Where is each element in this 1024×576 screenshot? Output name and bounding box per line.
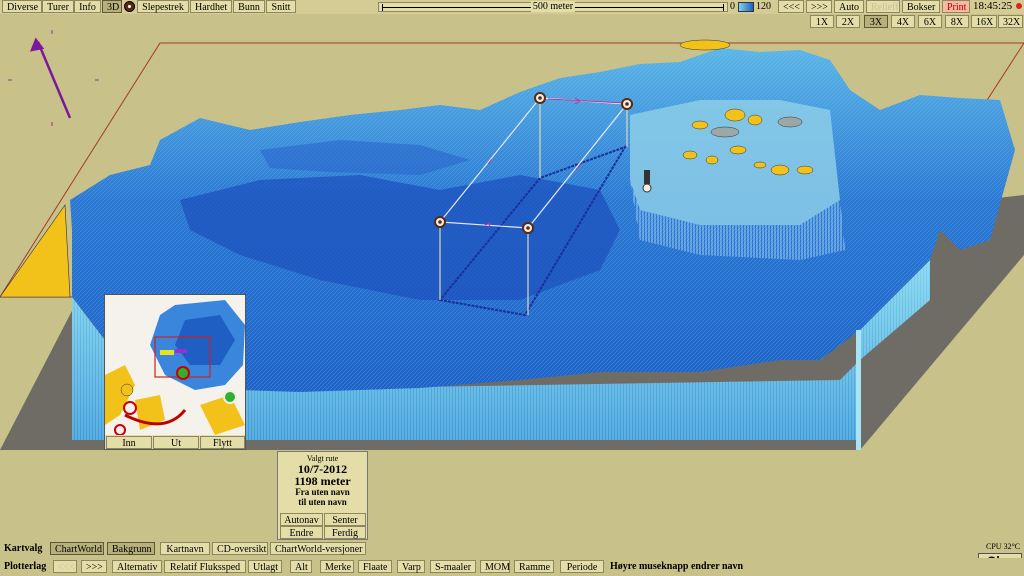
minimap-zoom-in-button[interactable]: Inn — [106, 436, 152, 449]
route-to: til uten navn — [298, 497, 347, 507]
slepestrek-icon — [124, 1, 135, 12]
menu-turer[interactable]: Turer — [42, 0, 74, 13]
menu-3d[interactable]: 3D — [102, 0, 122, 13]
scale-label: 500 meter — [530, 1, 576, 12]
layer-varp[interactable]: Varp — [397, 560, 425, 573]
compass-icon — [29, 37, 72, 119]
layer-mom[interactable]: MOM — [480, 560, 510, 573]
chart-selection-title: Kartvalg — [4, 543, 43, 554]
zoom-4x[interactable]: 4X — [891, 15, 915, 28]
autonav-button[interactable]: Autonav — [280, 513, 323, 526]
print-button[interactable]: Print — [942, 0, 970, 13]
minimap-chart[interactable] — [105, 295, 245, 435]
zoom-3x[interactable]: 3X — [864, 15, 888, 28]
plotter-next-button[interactable]: >>> — [81, 560, 107, 573]
zoom-16x[interactable]: 16X — [971, 15, 997, 28]
minimap-panel: Inn Ut Flytt — [104, 294, 246, 450]
rename-hint: Høyre museknapp endrer navn — [610, 561, 744, 572]
route-info-panel: Valgt rute 10/7-2012 1198 meter Fra uten… — [277, 451, 368, 540]
plotter-prev-button[interactable]: <<< — [53, 560, 77, 573]
layer-flaate[interactable]: Flaate — [358, 560, 392, 573]
zoom-6x[interactable]: 6X — [918, 15, 942, 28]
zoom-1x[interactable]: 1X — [810, 15, 834, 28]
depth-max-label: 120 — [756, 1, 771, 12]
kartnavn-button[interactable]: Kartnavn — [160, 542, 210, 555]
chartworld-button[interactable]: ChartWorld — [50, 542, 104, 555]
depth-min-label: 0 — [730, 1, 735, 12]
nav-prev-button[interactable]: <<< — [778, 0, 804, 13]
chartworld-versions-button[interactable]: ChartWorld-versjoner — [270, 542, 366, 555]
layer-ramme[interactable]: Ramme — [514, 560, 554, 573]
zoom-32x[interactable]: 32X — [998, 15, 1023, 28]
done-button[interactable]: Ferdig — [324, 526, 366, 539]
menu-hardhet[interactable]: Hardhet — [190, 0, 232, 13]
bokser-button[interactable]: Bokser — [902, 0, 940, 13]
layer-merke[interactable]: Merke — [320, 560, 354, 573]
auto-button[interactable]: Auto — [834, 0, 864, 13]
layer-alternativ[interactable]: Alternativ — [112, 560, 162, 573]
plotter-layer-title: Plotterlag — [4, 561, 47, 572]
land-left — [0, 204, 71, 298]
clock: 18:45:25 — [973, 0, 1013, 12]
menu-bunn[interactable]: Bunn — [233, 0, 265, 13]
cpu-temp: CPU 32°C — [986, 542, 1021, 551]
minimap-zoom-out-button[interactable]: Ut — [153, 436, 199, 449]
menu-slepestrek[interactable]: Slepestrek — [137, 0, 189, 13]
zoom-8x[interactable]: 8X — [945, 15, 969, 28]
zoom-2x[interactable]: 2X — [836, 15, 860, 28]
menu-snitt[interactable]: Snitt — [266, 0, 296, 13]
nav-next-button[interactable]: >>> — [806, 0, 832, 13]
layer-utlagt[interactable]: Utlagt — [248, 560, 282, 573]
menu-diverse[interactable]: Diverse — [2, 0, 42, 13]
menu-info[interactable]: Info — [74, 0, 101, 13]
vessel-icon — [642, 170, 652, 193]
layer-s-maaler[interactable]: S-maaler — [430, 560, 476, 573]
center-button[interactable]: Senter — [324, 513, 366, 526]
scale-bar: 500 meter — [378, 1, 728, 12]
minimap-move-button[interactable]: Flytt — [200, 436, 245, 449]
layer-periode[interactable]: Periode — [560, 560, 604, 573]
clock-status-dot — [1016, 3, 1022, 9]
bakgrunn-button[interactable]: Bakgrunn — [107, 542, 155, 555]
edit-button[interactable]: Endre — [280, 526, 323, 539]
layer-alt[interactable]: Alt — [290, 560, 312, 573]
depth-color-bar — [738, 2, 754, 12]
cd-oversikt-button[interactable]: CD-oversikt — [212, 542, 268, 555]
layer-relatif-flukssped[interactable]: Relatif Flukssped — [164, 560, 246, 573]
route-from: Fra uten navn — [295, 487, 350, 497]
relieff-button[interactable]: Relieff — [866, 0, 900, 13]
3d-bathymetry-view[interactable] — [0, 0, 1024, 576]
